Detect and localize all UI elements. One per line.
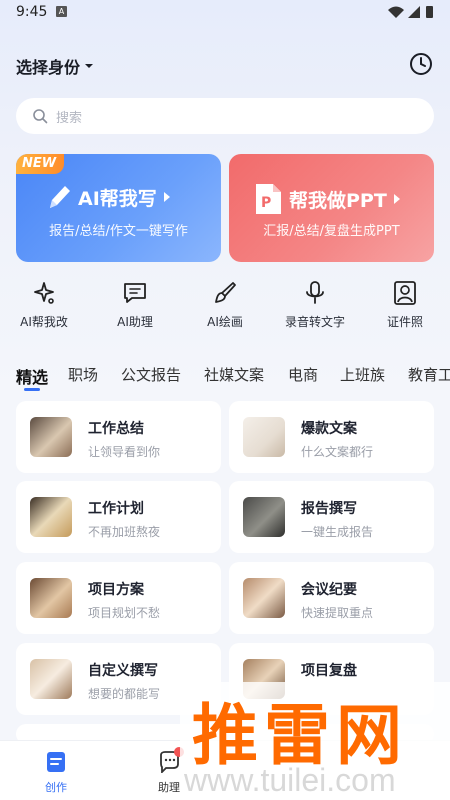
wifi-icon: [388, 6, 404, 18]
search-bar[interactable]: 搜索: [16, 98, 434, 134]
watermark: 推雷网 www.tuilei.com: [180, 682, 450, 800]
template-thumbnail: [243, 497, 285, 537]
sparkle-icon: [34, 282, 54, 304]
template-title: 项目方案: [88, 582, 144, 598]
search-icon: [33, 109, 48, 124]
ai-write-title: AI帮我写: [78, 187, 157, 210]
status-icons: [388, 6, 433, 18]
ai-write-card[interactable]: NEW AI帮我写 报告/总结/作文一键写作: [16, 154, 221, 262]
template-thumbnail: [30, 578, 72, 618]
template-card[interactable]: 爆款文案 什么文案都行: [229, 401, 434, 473]
template-thumbnail: [243, 417, 285, 457]
status-bar: 9:45 A: [0, 0, 450, 26]
tab-ecommerce[interactable]: 电商: [288, 364, 318, 385]
tool-id-photo[interactable]: 证件照: [365, 280, 445, 336]
make-ppt-subtitle: 汇报/总结/复盘生成PPT: [263, 224, 400, 239]
template-card[interactable]: 报告撰写 一键生成报告: [229, 481, 434, 553]
tool-ai-paint[interactable]: AI绘画: [185, 280, 265, 336]
ai-write-subtitle: 报告/总结/作文一键写作: [49, 224, 188, 239]
caret-down-icon: [85, 64, 94, 68]
search-placeholder: 搜索: [56, 110, 83, 126]
nav-label: 创作: [45, 781, 67, 794]
template-subtitle: 想要的都能写: [88, 687, 161, 701]
watermark-url: www.tuilei.com: [184, 762, 396, 798]
template-title: 自定义撰写: [88, 663, 158, 679]
template-title: 工作计划: [88, 501, 144, 517]
new-badge: NEW: [16, 154, 65, 174]
template-subtitle: 一键生成报告: [301, 525, 374, 539]
template-title: 爆款文案: [301, 421, 357, 437]
template-thumbnail: [30, 497, 72, 537]
template-card[interactable]: 工作总结 让领导看到你: [16, 401, 221, 473]
make-ppt-title: 帮我做PPT: [289, 189, 387, 212]
tool-label: 证件照: [386, 315, 423, 329]
ppt-file-letter: P: [261, 195, 271, 211]
ai-write-title-row: AI帮我写: [46, 182, 171, 212]
quick-tools: AI帮我改 AI助理 AI绘画 录音转文字 证件照: [0, 280, 450, 336]
tool-label: AI绘画: [207, 315, 243, 329]
tool-voice-to-text[interactable]: 录音转文字: [275, 280, 355, 336]
category-tabs: 精选 职场 公文报告 社媒文案 电商 上班族 教育工: [16, 364, 450, 394]
template-subtitle: 快速提取重点: [301, 606, 374, 620]
chevron-right-icon: [163, 192, 170, 202]
template-thumbnail: [30, 417, 72, 457]
notification-icon: A: [56, 6, 67, 17]
tab-official-reports[interactable]: 公文报告: [121, 364, 181, 385]
id-photo-icon: [394, 281, 416, 305]
template-subtitle: 不再加班熬夜: [88, 525, 161, 539]
template-card[interactable]: 项目方案 项目规划不愁: [16, 562, 221, 634]
template-subtitle: 让领导看到你: [88, 445, 161, 459]
ppt-file-icon: P: [256, 184, 281, 214]
nav-create[interactable]: 创作: [31, 751, 81, 795]
tool-label: AI帮我改: [20, 315, 68, 329]
template-title: 工作总结: [88, 421, 144, 437]
template-title: 项目复盘: [301, 663, 357, 679]
microphone-icon: [306, 281, 324, 304]
chat-icon: [124, 283, 146, 303]
template-card[interactable]: 工作计划 不再加班熬夜: [16, 481, 221, 553]
tab-education[interactable]: 教育工: [408, 364, 450, 385]
template-thumbnail: [243, 578, 285, 618]
make-ppt-title-row: P 帮我做PPT: [253, 182, 401, 216]
tab-featured[interactable]: 精选: [16, 364, 48, 388]
tab-office-worker[interactable]: 上班族: [340, 364, 385, 385]
pen-icon: [50, 186, 70, 208]
template-title: 报告撰写: [301, 501, 357, 517]
signal-icon: [408, 6, 420, 18]
battery-icon: [426, 6, 433, 18]
template-card[interactable]: 会议纪要 快速提取重点: [229, 562, 434, 634]
identity-selector[interactable]: 选择身份: [16, 54, 94, 78]
template-subtitle: 项目规划不愁: [88, 606, 161, 620]
brush-icon: [215, 282, 236, 303]
tab-workplace[interactable]: 职场: [68, 364, 98, 385]
tool-ai-edit[interactable]: AI帮我改: [4, 280, 84, 336]
status-time: 9:45: [16, 4, 48, 20]
tool-ai-assistant[interactable]: AI助理: [95, 280, 175, 336]
make-ppt-card[interactable]: P 帮我做PPT 汇报/总结/复盘生成PPT: [229, 154, 434, 262]
history-clock-icon[interactable]: [408, 51, 434, 77]
tool-label: AI助理: [117, 315, 153, 329]
template-title: 会议纪要: [301, 582, 357, 598]
identity-label: 选择身份: [16, 58, 81, 77]
template-subtitle: 什么文案都行: [301, 445, 374, 459]
active-tab-indicator: [24, 388, 40, 391]
tool-label: 录音转文字: [284, 315, 345, 329]
create-icon: [47, 752, 65, 772]
tab-social-copy[interactable]: 社媒文案: [204, 364, 264, 385]
chevron-right-icon: [393, 194, 400, 204]
template-thumbnail: [30, 659, 72, 699]
